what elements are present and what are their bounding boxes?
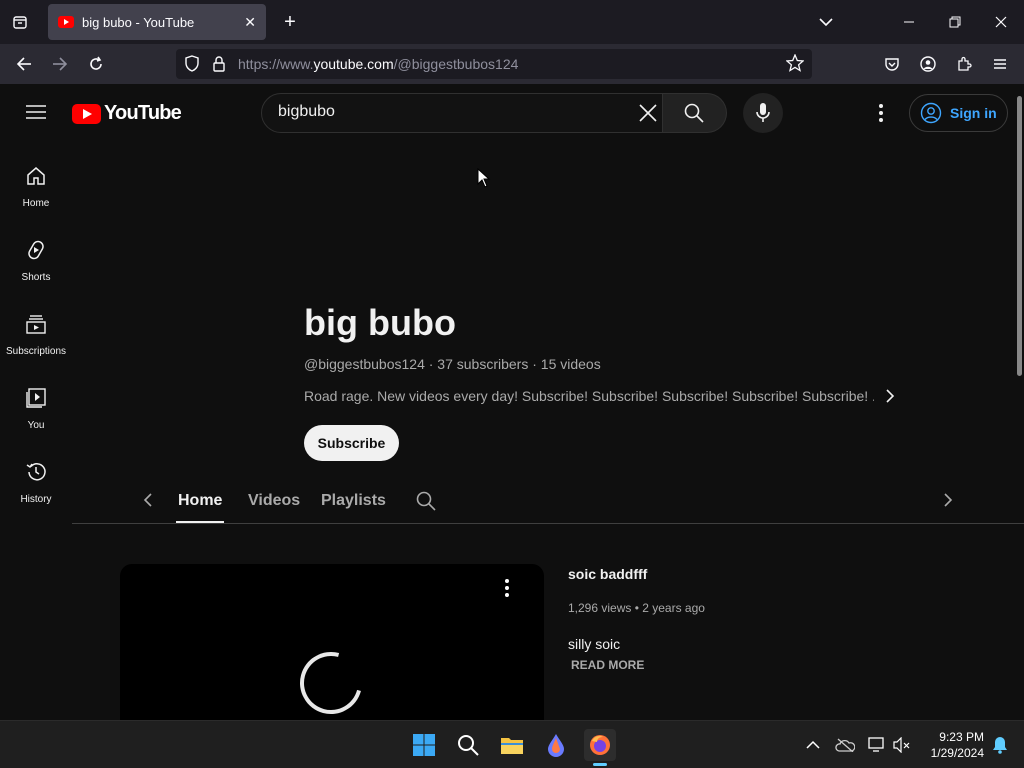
search-input[interactable] — [278, 103, 618, 121]
more-options-icon[interactable] — [874, 102, 888, 129]
sidebar-item-label: Home — [22, 198, 50, 209]
video-meta: 1,296 views • 2 years ago — [568, 601, 705, 615]
read-more-link[interactable]: READ MORE — [571, 658, 644, 672]
loading-spinner-icon — [288, 640, 374, 720]
sign-in-label: Sign in — [950, 105, 997, 121]
windows-taskbar: 9:23 PM 1/29/2024 — [0, 720, 1024, 768]
subscriptions-icon — [25, 313, 47, 340]
sidebar-item-subscriptions[interactable]: Subscriptions — [0, 298, 72, 372]
menu-icon[interactable] — [986, 50, 1014, 78]
video-title[interactable]: soic baddfff — [568, 566, 647, 582]
video-description: silly soic — [568, 636, 621, 652]
lock-icon[interactable] — [212, 55, 226, 78]
onedrive-icon[interactable] — [829, 729, 861, 761]
scrollbar[interactable] — [1017, 96, 1022, 376]
notification-bell-icon[interactable] — [984, 729, 1016, 761]
sign-in-button[interactable]: Sign in — [909, 94, 1008, 132]
home-icon — [25, 165, 47, 192]
video-menu-icon[interactable] — [500, 578, 514, 603]
shield-icon[interactable] — [184, 55, 200, 78]
history-icon — [25, 461, 47, 488]
channel-search-icon[interactable] — [416, 491, 436, 516]
active-app-indicator — [593, 763, 607, 766]
sidebar-item-label: Subscriptions — [5, 346, 67, 357]
pocket-icon[interactable] — [878, 50, 906, 78]
you-icon — [25, 387, 47, 414]
clock-date: 1/29/2024 — [930, 746, 984, 760]
close-window-icon[interactable] — [987, 8, 1015, 36]
search-icon — [684, 103, 704, 128]
mouse-cursor-icon — [477, 167, 491, 193]
sidebar-item-history[interactable]: History — [0, 446, 72, 520]
tab-list-icon[interactable] — [6, 8, 34, 36]
back-icon[interactable] — [10, 50, 38, 78]
url-domain: youtube.com — [313, 56, 394, 72]
guide-menu-icon[interactable] — [24, 102, 48, 127]
extensions-icon[interactable] — [950, 50, 978, 78]
sidebar-item-home[interactable]: Home — [0, 150, 72, 224]
sidebar-item-you[interactable]: You — [0, 372, 72, 446]
firefox-icon[interactable] — [584, 729, 616, 761]
youtube-page: YouTube Sign in Home Shorts — [0, 84, 1024, 720]
search-box[interactable] — [261, 93, 663, 133]
youtube-logo[interactable]: YouTube — [72, 102, 182, 125]
microphone-icon — [755, 102, 771, 129]
browser-tab-bar: big bubo - YouTube ✕ + — [0, 0, 1024, 44]
forward-icon[interactable] — [46, 50, 74, 78]
sidebar-item-label: History — [20, 494, 52, 505]
voice-search-button[interactable] — [743, 93, 783, 133]
url-prefix: https://www. — [238, 56, 314, 72]
sidebar-item-shorts[interactable]: Shorts — [0, 224, 72, 298]
tab-playlists[interactable]: Playlists — [321, 492, 386, 510]
minimize-icon[interactable] — [895, 8, 923, 36]
clear-search-icon[interactable] — [638, 103, 658, 128]
shorts-icon — [25, 239, 47, 266]
active-tab-underline — [176, 521, 224, 523]
subscribe-button[interactable]: Subscribe — [304, 425, 399, 461]
clock-time: 9:23 PM — [939, 730, 984, 744]
tab-home[interactable]: Home — [178, 492, 222, 510]
account-icon[interactable] — [914, 50, 942, 78]
reload-icon[interactable] — [82, 50, 110, 78]
sidebar-item-label: Shorts — [21, 272, 51, 283]
tab-title: big bubo - YouTube — [82, 14, 195, 30]
address-bar[interactable]: https://www.youtube.com/@biggestbubos124 — [176, 49, 812, 79]
chevron-up-icon[interactable] — [797, 729, 829, 761]
channel-tabs: Home Videos Playlists — [72, 478, 1024, 524]
youtube-logo-text: YouTube — [104, 102, 182, 124]
youtube-favicon-icon — [58, 16, 74, 28]
search-button[interactable] — [663, 93, 727, 133]
channel-meta: @biggestbubos124 · 37 subscribers · 15 v… — [304, 356, 601, 372]
new-tab-icon[interactable]: + — [276, 8, 304, 36]
chevron-down-icon[interactable] — [812, 8, 840, 36]
sidebar-item-label: You — [27, 420, 45, 431]
user-circle-icon — [920, 102, 942, 124]
url-text: https://www.youtube.com/@biggestbubos124 — [238, 56, 518, 72]
chevron-right-icon[interactable] — [884, 388, 896, 409]
video-player[interactable] — [120, 564, 544, 720]
file-explorer-icon[interactable] — [496, 729, 528, 761]
windows-start-icon[interactable] — [408, 729, 440, 761]
chevron-right-icon[interactable] — [942, 492, 954, 513]
browser-tab[interactable]: big bubo - YouTube ✕ — [48, 4, 266, 40]
browser-nav-bar: https://www.youtube.com/@biggestbubos124 — [0, 44, 1024, 84]
app-droplet-icon[interactable] — [540, 729, 572, 761]
youtube-play-icon — [72, 103, 101, 124]
channel-name: big bubo — [304, 302, 456, 343]
channel-description[interactable]: Road rage. New videos every day! Subscri… — [304, 388, 874, 404]
taskbar-search-icon[interactable] — [452, 729, 484, 761]
chevron-left-icon[interactable] — [142, 492, 154, 513]
close-tab-icon[interactable]: ✕ — [244, 14, 256, 31]
url-path: /@biggestbubos124 — [393, 56, 519, 72]
restore-icon[interactable] — [941, 8, 969, 36]
bookmark-star-icon[interactable] — [785, 53, 805, 77]
system-clock[interactable]: 9:23 PM 1/29/2024 — [914, 729, 984, 761]
tab-videos[interactable]: Videos — [248, 492, 300, 510]
